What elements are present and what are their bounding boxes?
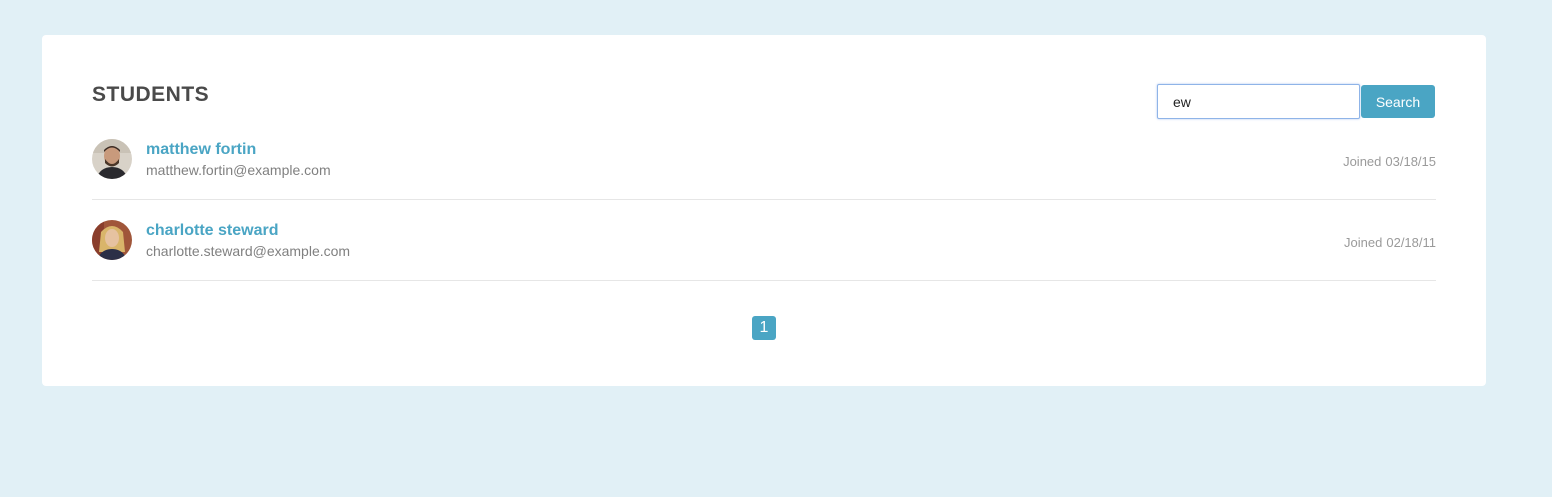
student-name-link[interactable]: charlotte steward [146, 222, 278, 240]
joined-label: Joined [1343, 154, 1382, 169]
search-input[interactable] [1157, 84, 1360, 119]
student-list: matthew fortin matthew.fortin@example.co… [92, 119, 1436, 281]
page-button-current[interactable]: 1 [752, 316, 776, 340]
student-email: matthew.fortin@example.com [146, 162, 331, 178]
joined-date: Joined 03/18/15 [1343, 154, 1436, 169]
students-panel: STUDENTS Search matthew fortin matthew.f… [42, 35, 1486, 386]
student-email: charlotte.steward@example.com [146, 243, 351, 259]
list-item: charlotte steward charlotte.steward@exam… [92, 200, 1436, 281]
man-portrait-avatar [92, 139, 132, 179]
joined-label: Joined [1344, 235, 1383, 250]
student-name-link[interactable]: matthew fortin [146, 141, 256, 159]
list-item: matthew fortin matthew.fortin@example.co… [92, 119, 1436, 200]
joined-date-value: 03/18/15 [1385, 154, 1436, 169]
page-title: STUDENTS [92, 83, 210, 106]
woman-portrait-avatar [92, 220, 132, 260]
joined-date: Joined 02/18/11 [1344, 235, 1436, 250]
joined-date-value: 02/18/11 [1386, 235, 1436, 250]
pagination: 1 [752, 316, 776, 340]
search-form: Search [1157, 84, 1435, 119]
search-button[interactable]: Search [1361, 85, 1435, 118]
